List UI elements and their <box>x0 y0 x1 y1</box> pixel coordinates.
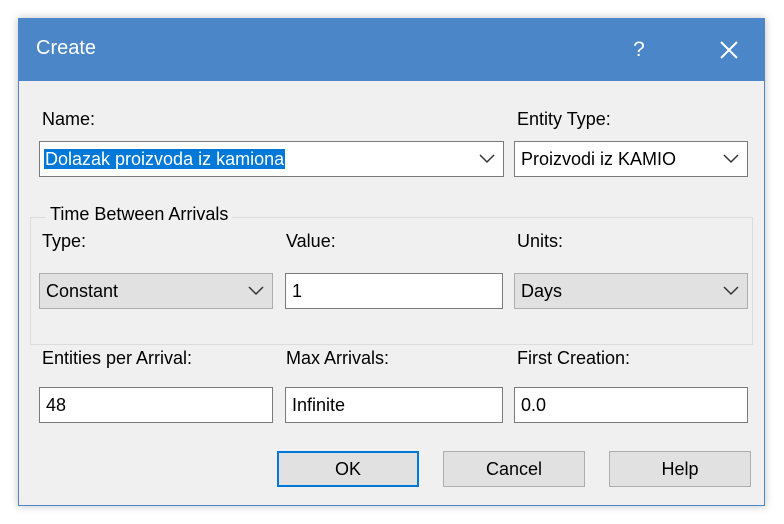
entities-per-arrival-value: 48 <box>46 395 67 415</box>
type-value: Constant <box>46 281 119 301</box>
units-label: Units: <box>517 231 564 251</box>
entity-type-value: Proizvodi iz KAMIO <box>521 149 677 169</box>
entity-type-combobox[interactable]: Proizvodi iz KAMIO <box>514 141 748 177</box>
chevron-down-icon[interactable] <box>248 286 264 296</box>
help-button[interactable]: Help <box>609 451 751 487</box>
first-creation-input[interactable]: 0.0 <box>514 387 748 423</box>
close-button[interactable] <box>709 33 749 67</box>
title-bar[interactable]: Create ? <box>19 19 764 81</box>
chevron-down-icon[interactable] <box>723 154 739 164</box>
dialog-title: Create <box>36 37 97 59</box>
value-input-value: 1 <box>292 281 303 301</box>
units-value: Days <box>521 281 563 301</box>
first-creation-label: First Creation: <box>517 348 631 368</box>
value-input[interactable]: 1 <box>285 273 503 309</box>
entity-type-label: Entity Type: <box>517 109 611 129</box>
first-creation-value: 0.0 <box>521 395 547 415</box>
name-input-value[interactable]: Dolazak proizvoda iz kamiona <box>44 149 286 169</box>
type-combobox[interactable]: Constant <box>39 273 273 309</box>
name-label: Name: <box>42 109 96 129</box>
entities-per-arrival-label: Entities per Arrival: <box>42 348 193 368</box>
name-combobox[interactable]: Dolazak proizvoda iz kamiona <box>39 141 504 177</box>
chevron-down-icon[interactable] <box>723 286 739 296</box>
ok-button[interactable]: OK <box>277 451 419 487</box>
close-icon <box>720 41 738 59</box>
units-combobox[interactable]: Days <box>514 273 748 309</box>
entities-per-arrival-input[interactable]: 48 <box>39 387 273 423</box>
time-between-arrivals-title: Time Between Arrivals <box>46 204 233 225</box>
chevron-down-icon[interactable] <box>479 154 495 164</box>
type-label: Type: <box>42 231 87 251</box>
max-arrivals-input[interactable]: Infinite <box>285 387 503 423</box>
max-arrivals-value: Infinite <box>292 395 346 415</box>
create-dialog: Create ? Name: Dolazak proizvoda iz kami… <box>18 18 765 506</box>
value-label: Value: <box>286 231 336 251</box>
help-title-button[interactable]: ? <box>615 33 663 67</box>
max-arrivals-label: Max Arrivals: <box>286 348 390 368</box>
cancel-button[interactable]: Cancel <box>443 451 585 487</box>
